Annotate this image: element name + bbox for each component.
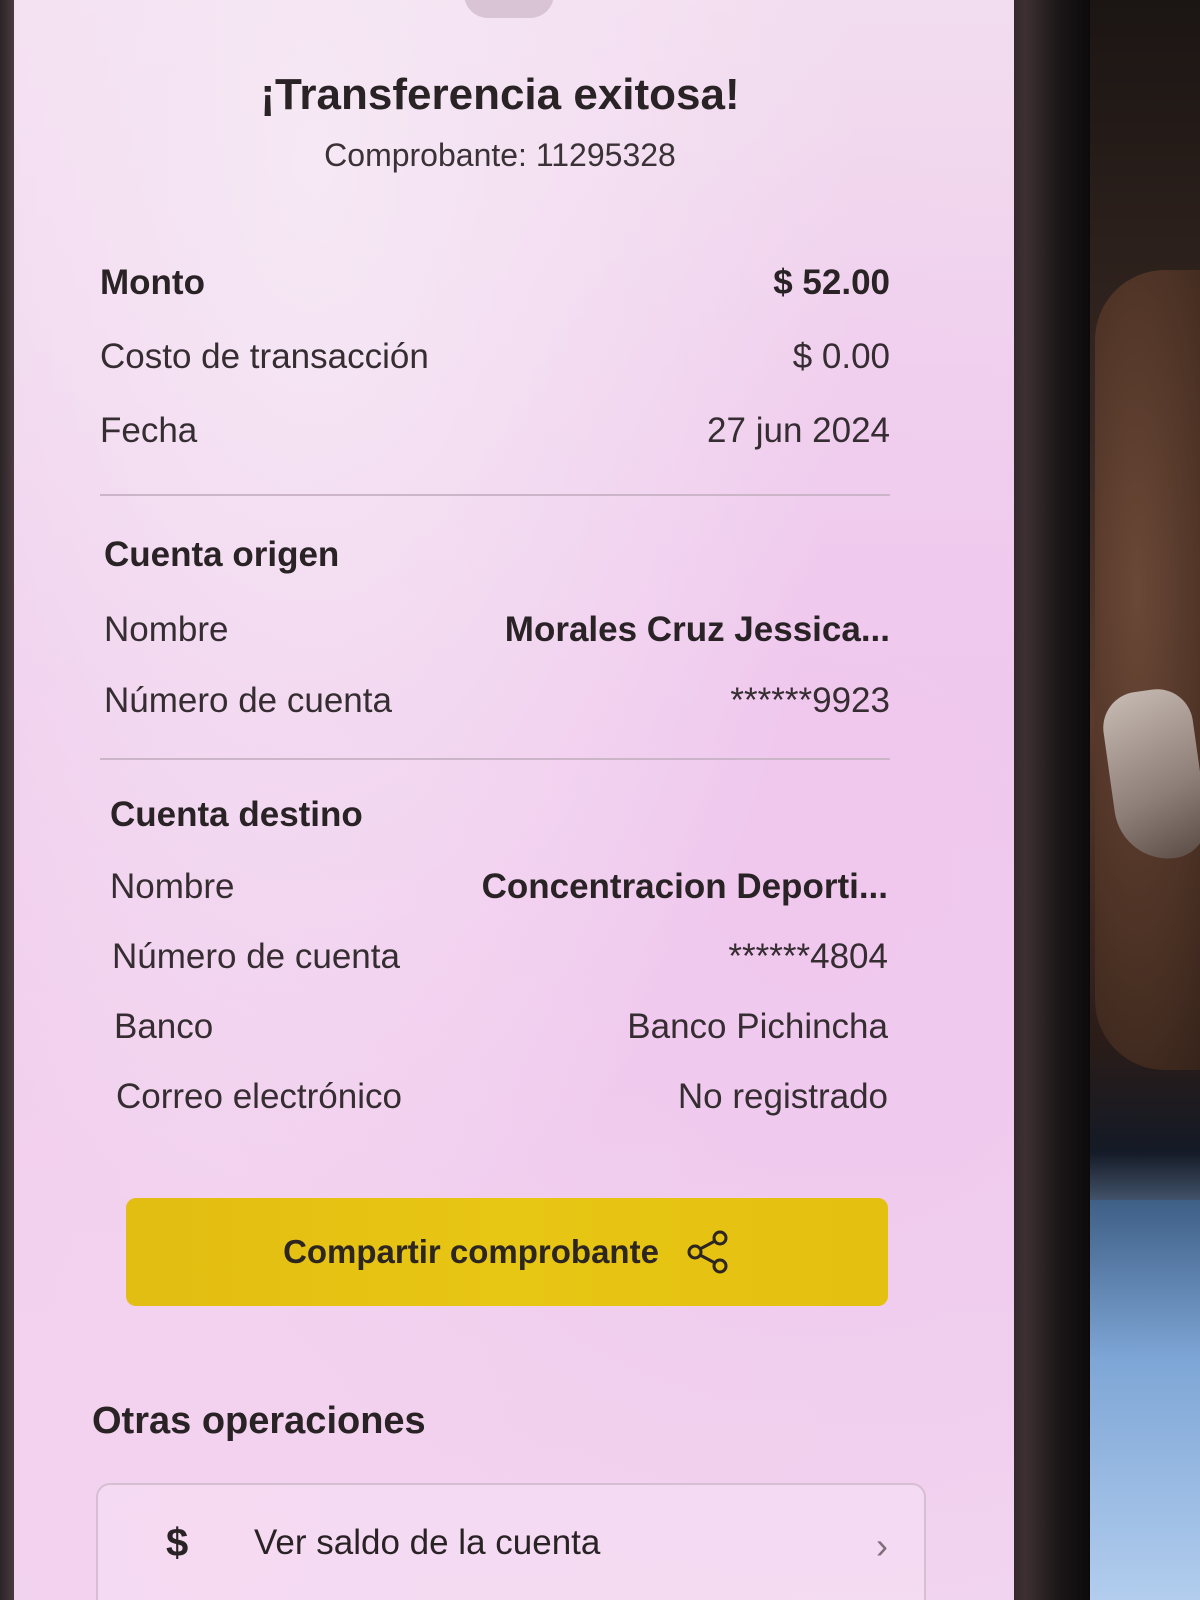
view-balance-label: Ver saldo de la cuenta (254, 1523, 601, 1562)
fee-label: Costo de transacción (100, 337, 429, 376)
share-receipt-label: Compartir comprobante (283, 1233, 659, 1270)
date-value: 27 jun 2024 (707, 411, 890, 450)
destination-name-value: Concentracion Deporti... (481, 867, 888, 906)
origin-account-label: Número de cuenta (104, 681, 392, 720)
destination-account-label: Número de cuenta (112, 937, 400, 976)
origin-section-title: Cuenta origen (104, 535, 340, 574)
other-operations-title: Otras operaciones (92, 1400, 426, 1442)
amount-value: $ 52.00 (773, 263, 890, 302)
background-monitor (1090, 1200, 1200, 1600)
amount-label: Monto (100, 263, 205, 302)
destination-bank-row: Banco Banco Pichincha (114, 1002, 888, 1052)
destination-account-value: ******4804 (728, 937, 888, 976)
page-title: ¡Transferencia exitosa! (260, 70, 740, 119)
camera-notch (464, 0, 554, 18)
destination-email-row: Correo electrónico No registrado (116, 1072, 888, 1122)
photo-frame: ¡Transferencia exitosa! Comprobante: 112… (0, 0, 1200, 1600)
receipt-number: Comprobante: 11295328 (324, 137, 676, 173)
destination-bank-label: Banco (114, 1007, 214, 1046)
phone-screen: ¡Transferencia exitosa! Comprobante: 112… (14, 0, 1014, 1600)
destination-name-label: Nombre (110, 867, 235, 906)
dollar-icon: $ (166, 1521, 189, 1565)
destination-section-title: Cuenta destino (110, 795, 363, 834)
fee-row: Costo de transacción $ 0.00 (100, 332, 890, 382)
destination-account-row: Número de cuenta ******4804 (112, 932, 888, 982)
share-receipt-button[interactable]: Compartir comprobante (126, 1198, 888, 1306)
destination-email-label: Correo electrónico (116, 1077, 402, 1116)
share-icon (687, 1230, 728, 1274)
hand-finger (1095, 270, 1200, 1070)
destination-name-row: Nombre Concentracion Deporti... (110, 862, 888, 912)
phone-bezel-left (0, 0, 14, 1600)
date-row: Fecha 27 jun 2024 (100, 406, 890, 456)
divider (100, 494, 890, 496)
destination-email-value: No registrado (677, 1077, 888, 1116)
view-balance-item[interactable]: $ Ver saldo de la cuenta › (96, 1483, 926, 1600)
origin-name-value: Morales Cruz Jessica... (504, 610, 890, 649)
origin-account-value: ******9923 (730, 681, 890, 720)
origin-name-label: Nombre (104, 610, 229, 649)
destination-bank-value: Banco Pichincha (627, 1007, 888, 1046)
chevron-right-icon: › (876, 1525, 888, 1566)
fee-value: $ 0.00 (792, 337, 890, 376)
date-label: Fecha (100, 411, 198, 450)
amount-row: Monto $ 52.00 (100, 258, 890, 308)
origin-account-row: Número de cuenta ******9923 (104, 676, 890, 726)
origin-name-row: Nombre Morales Cruz Jessica... (104, 605, 890, 655)
divider (100, 758, 890, 760)
